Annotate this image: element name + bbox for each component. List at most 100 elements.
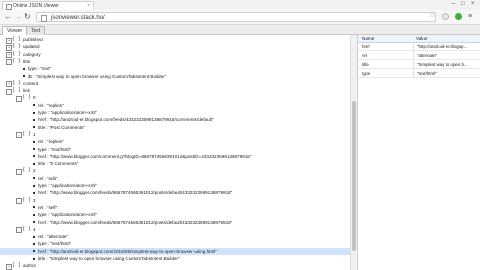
value-bullet-icon — [33, 257, 35, 260]
tab-viewer[interactable]: Viewer — [2, 26, 28, 35]
tree-leaf-row[interactable]: href : "http://www.blogger.com/comment.g… — [0, 153, 350, 160]
scrollbar-thumb[interactable] — [352, 101, 356, 251]
leaf-label: title : "Simplest way to open browser us… — [38, 256, 180, 261]
menu-icon[interactable]: ≡ — [468, 12, 472, 22]
forward-icon[interactable]: → — [14, 12, 22, 22]
tree-leaf-row[interactable]: type : "text" — [0, 65, 350, 72]
maximize-icon[interactable]: □ — [461, 0, 465, 9]
value-bullet-icon — [33, 250, 35, 253]
value-bullet-icon — [33, 104, 35, 107]
tree-leaf-row[interactable]: type : "text/html" — [0, 240, 350, 247]
tree-node-row[interactable]: -{ } 4 — [0, 226, 350, 234]
grid-value-cell[interactable]: "http://android-er.blogsp... — [413, 43, 480, 51]
tab-title: Online JSON Viewer — [13, 3, 59, 9]
value-bullet-icon — [33, 155, 35, 158]
grid-value-cell[interactable]: "alternate" — [413, 52, 480, 60]
object-icon: { } — [22, 94, 32, 101]
tree-leaf-row[interactable]: rel : "edit" — [0, 175, 350, 182]
tree-node-row[interactable]: -{ } 3 — [0, 196, 350, 205]
leaf-label: rel : "self" — [38, 204, 58, 210]
leaf-label: type : "text" — [28, 66, 52, 72]
node-label: published — [23, 37, 43, 42]
node-label: 2 — [33, 168, 36, 174]
tree-node-row[interactable]: +{ } content — [0, 80, 350, 88]
tree-leaf-row[interactable]: type : "application/atom+xml" — [0, 109, 350, 116]
node-label: category — [23, 51, 41, 57]
node-label: 1 — [33, 131, 36, 137]
leaf-label: type : "text/html" — [38, 146, 72, 152]
extension-icon[interactable] — [442, 13, 449, 20]
tree-node-row[interactable]: -{ } title — [0, 58, 350, 66]
leaf-label: href : "http://www.blogger.com/comment.g… — [38, 153, 252, 159]
tree-leaf-row[interactable]: $t : "Simplest way to open browser using… — [0, 73, 350, 80]
tree-node-row[interactable]: +{ } updated — [0, 43, 350, 51]
tree-leaf-row[interactable]: title : "Simplest way to open browser us… — [0, 255, 350, 262]
tree-node-row[interactable]: -[ ] link — [0, 87, 350, 95]
tree-leaf-row[interactable]: rel : "self" — [0, 204, 350, 211]
node-label: 3 — [33, 197, 36, 203]
grid-name-cell[interactable]: href — [358, 43, 413, 51]
value-bullet-icon — [33, 111, 35, 114]
tree-leaf-row[interactable]: rel : "replies" — [0, 102, 350, 109]
node-label: link — [23, 88, 30, 94]
title-bar: Online JSON Viewer × – □ × — [0, 0, 480, 10]
value-bullet-icon — [33, 184, 35, 187]
tree-leaf-row[interactable]: href : "http://www.blogger.com/feeds/866… — [0, 219, 350, 226]
tree-leaf-row[interactable]: rel : "replies" — [0, 138, 350, 145]
leaf-label: rel : "replies" — [38, 102, 64, 108]
sync-icon[interactable] — [455, 13, 462, 20]
grid-header: Name Value — [358, 35, 480, 43]
grid-name-cell[interactable]: type — [358, 70, 413, 78]
tree-leaf-row[interactable]: rel : "alternate" — [0, 233, 350, 240]
address-text: jsonviewer.stack.hu/ — [51, 15, 105, 21]
reload-icon[interactable]: ↻ — [24, 12, 31, 22]
tree-node-row[interactable]: -{ } 1 — [0, 131, 350, 139]
close-window-icon[interactable]: × — [471, 0, 475, 9]
tab-text[interactable]: Text — [26, 26, 46, 35]
object-icon: { } — [22, 167, 32, 174]
value-bullet-icon — [33, 235, 35, 238]
tree-node-row[interactable]: +{ } published — [0, 36, 350, 44]
tree-leaf-row[interactable]: type : "application/atom+xml" — [0, 182, 350, 189]
address-bar[interactable]: jsonviewer.stack.hu/ — [36, 12, 436, 22]
grid-header-name: Name — [362, 36, 375, 41]
object-icon: { } — [12, 43, 22, 50]
tree-leaf-row[interactable]: type : "application/atom+xml" — [0, 211, 350, 218]
value-bullet-icon — [33, 191, 35, 194]
object-icon: { } — [22, 196, 32, 203]
value-bullet-icon — [33, 118, 35, 121]
leaf-label: $t : "Simplest way to open browser using… — [28, 73, 167, 79]
tree-scrollbar[interactable] — [350, 35, 357, 270]
leaf-label: href : "http://www.blogger.com/feeds/866… — [38, 190, 233, 196]
tree-leaf-row[interactable]: href : "http://www.blogger.com/feeds/866… — [0, 189, 350, 196]
leaf-label: rel : "alternate" — [38, 234, 69, 240]
tree-node-row[interactable]: -{ } 0 — [0, 94, 350, 102]
object-icon: { } — [12, 36, 22, 42]
tree-node-row[interactable]: -{ } 2 — [0, 167, 350, 175]
document-icon — [41, 15, 47, 22]
bookmark-star-icon[interactable]: ☆ — [429, 11, 435, 21]
tree-leaf-row[interactable]: href : "http://android-er.blogspot.com/f… — [0, 116, 350, 123]
tree-node-row[interactable]: +{ } category — [0, 51, 350, 59]
leaf-label: href : "http://android-er.blogspot.com/2… — [38, 248, 217, 254]
minimize-icon[interactable]: – — [452, 0, 455, 9]
leaf-label: type : "application/atom+xml" — [38, 110, 98, 115]
value-bullet-icon — [33, 206, 35, 209]
grid-name-cell[interactable]: title — [358, 61, 413, 69]
tree-leaf-row[interactable]: title : "0 Comments" — [0, 160, 350, 167]
grid-value-cell[interactable]: "Simplest way to open b... — [413, 61, 480, 69]
tree-node-row[interactable]: +[ ] author — [0, 262, 350, 270]
tree-leaf-row[interactable]: type : "text/html" — [0, 146, 350, 153]
node-label: updated — [23, 44, 40, 50]
viewer-tabs: Viewer Text — [0, 25, 480, 35]
browser-tab[interactable]: Online JSON Viewer × — [2, 1, 94, 10]
grid-name-cell[interactable]: rel — [358, 52, 413, 60]
leaf-label: type : "application/atom+xml" — [38, 183, 98, 188]
back-icon[interactable]: ← — [4, 12, 12, 22]
grid-value-cell[interactable]: "text/html" — [413, 70, 480, 78]
value-bullet-icon — [33, 126, 35, 129]
tree-leaf-row[interactable]: href : "http://android-er.blogspot.com/2… — [0, 247, 350, 255]
value-bullet-icon — [23, 67, 25, 70]
tree-leaf-row[interactable]: title : "Post Comments" — [0, 124, 350, 131]
value-bullet-icon — [33, 177, 35, 180]
